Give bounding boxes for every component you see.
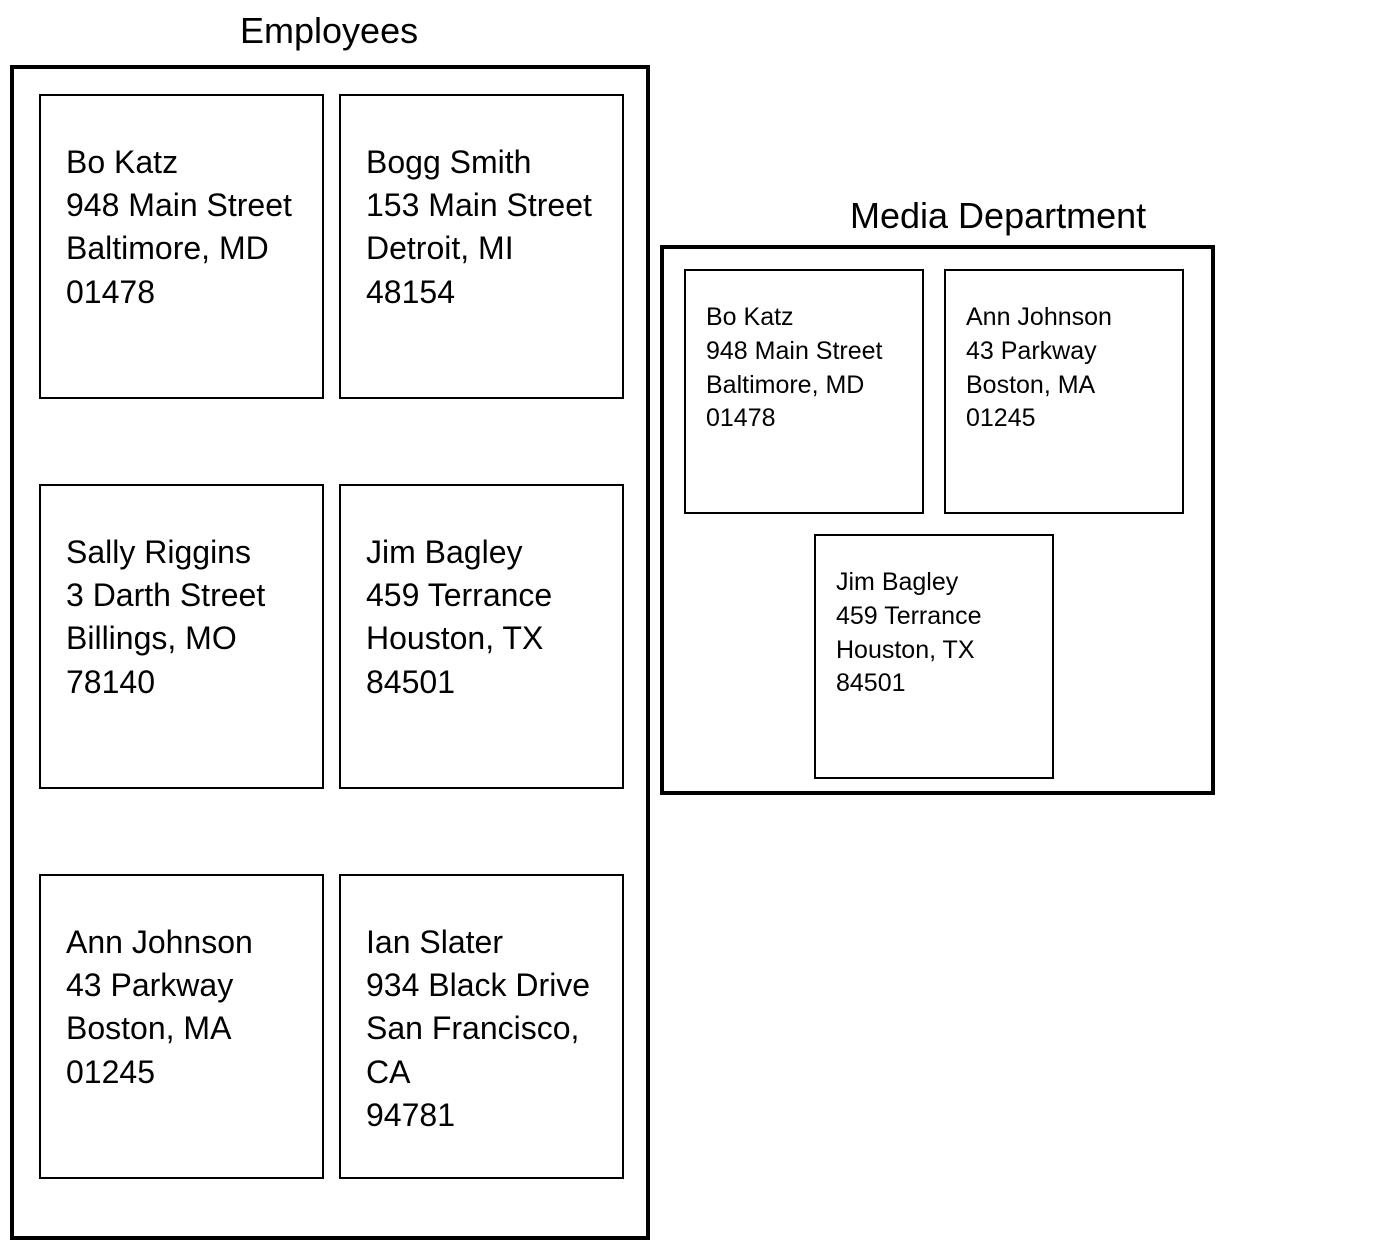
card-zip: 84501 [836, 667, 1032, 701]
card-name: Bo Katz [66, 141, 297, 184]
card-zip: 84501 [366, 661, 597, 704]
card-citystate: Boston, MA 01245 [66, 1007, 297, 1093]
card-content: Bo Katz 948 Main Street Baltimore, MD 01… [66, 141, 297, 314]
card-street: 948 Main Street [66, 184, 297, 227]
card-street: 948 Main Street [706, 335, 902, 369]
employee-card: Sally Riggins 3 Darth Street Billings, M… [39, 484, 324, 789]
card-citystate: San Francisco, CA [366, 1007, 597, 1093]
card-name: Jim Bagley [366, 531, 597, 574]
card-content: Bogg Smith 153 Main Street Detroit, MI 4… [366, 141, 597, 314]
card-name: Jim Bagley [836, 566, 1032, 600]
card-street: 3 Darth Street [66, 574, 297, 617]
card-citystate: Baltimore, MD [706, 369, 902, 403]
card-name: Ian Slater [366, 921, 597, 964]
card-zip: 94781 [366, 1094, 597, 1137]
employee-card: Jim Bagley 459 Terrance Houston, TX 8450… [339, 484, 624, 789]
card-citystate: Houston, TX [836, 634, 1032, 668]
employee-card: Ann Johnson 43 Parkway Boston, MA 01245 [39, 874, 324, 1179]
media-card: Jim Bagley 459 Terrance Houston, TX 8450… [814, 534, 1054, 779]
card-zip: 01478 [66, 271, 297, 314]
card-citystate: Billings, MO [66, 617, 297, 660]
card-citystate: Houston, TX [366, 617, 597, 660]
card-content: Ann Johnson 43 Parkway Boston, MA 01245 [966, 301, 1162, 436]
card-name: Bo Katz [706, 301, 902, 335]
employee-card: Ian Slater 934 Black Drive San Francisco… [339, 874, 624, 1179]
card-name: Bogg Smith [366, 141, 597, 184]
card-citystate: Baltimore, MD [66, 227, 297, 270]
card-content: Jim Bagley 459 Terrance Houston, TX 8450… [366, 531, 597, 704]
card-citystate: Boston, MA 01245 [966, 369, 1162, 437]
card-street: 459 Terrance [836, 600, 1032, 634]
employee-card: Bo Katz 948 Main Street Baltimore, MD 01… [39, 94, 324, 399]
card-street: 153 Main Street [366, 184, 597, 227]
media-card: Ann Johnson 43 Parkway Boston, MA 01245 [944, 269, 1184, 514]
card-street: 43 Parkway [66, 964, 297, 1007]
card-content: Bo Katz 948 Main Street Baltimore, MD 01… [706, 301, 902, 436]
card-zip: 01478 [706, 402, 902, 436]
card-citystate: Detroit, MI 48154 [366, 227, 597, 313]
employees-container: Bo Katz 948 Main Street Baltimore, MD 01… [10, 65, 650, 1240]
card-content: Jim Bagley 459 Terrance Houston, TX 8450… [836, 566, 1032, 701]
card-name: Ann Johnson [66, 921, 297, 964]
media-container: Bo Katz 948 Main Street Baltimore, MD 01… [660, 245, 1215, 795]
card-name: Sally Riggins [66, 531, 297, 574]
card-content: Ann Johnson 43 Parkway Boston, MA 01245 [66, 921, 297, 1094]
media-card: Bo Katz 948 Main Street Baltimore, MD 01… [684, 269, 924, 514]
card-content: Ian Slater 934 Black Drive San Francisco… [366, 921, 597, 1137]
card-zip: 78140 [66, 661, 297, 704]
card-street: 459 Terrance [366, 574, 597, 617]
card-street: 934 Black Drive [366, 964, 597, 1007]
card-content: Sally Riggins 3 Darth Street Billings, M… [66, 531, 297, 704]
media-title: Media Department [850, 195, 1146, 237]
employees-title: Employees [240, 10, 418, 52]
card-street: 43 Parkway [966, 335, 1162, 369]
card-name: Ann Johnson [966, 301, 1162, 335]
employee-card: Bogg Smith 153 Main Street Detroit, MI 4… [339, 94, 624, 399]
